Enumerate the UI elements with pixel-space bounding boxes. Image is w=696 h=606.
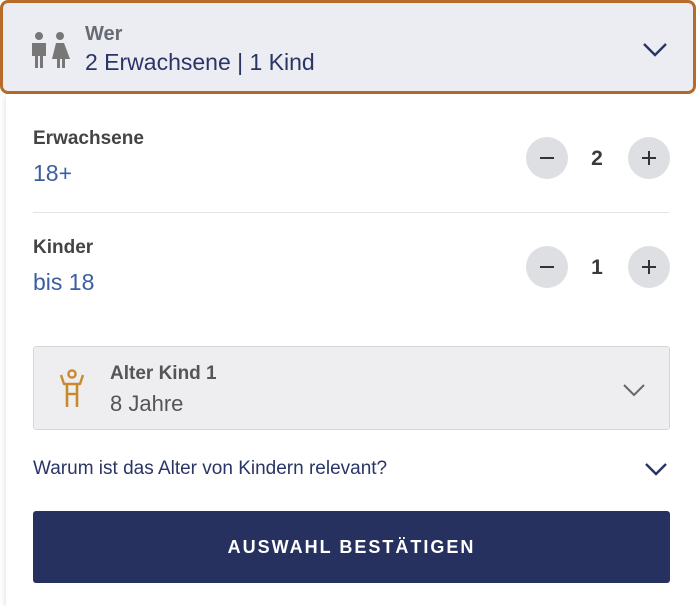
children-title: Kinder [33, 237, 94, 258]
children-decrease-button[interactable] [526, 246, 568, 288]
who-dropdown[interactable]: Wer 2 Erwachsene | 1 Kind [0, 0, 696, 94]
children-count: 1 [591, 256, 603, 279]
minus-icon [540, 157, 554, 159]
chevron-down-icon [645, 463, 667, 476]
adults-title: Erwachsene [33, 128, 144, 149]
chevron-down-icon [623, 384, 645, 397]
children-age-range: bis 18 [33, 269, 95, 295]
age-info-text: Warum ist das Alter von Kindern relevant… [33, 458, 388, 479]
adults-increase-button[interactable] [628, 137, 670, 179]
child-icon [59, 369, 85, 407]
who-label: Wer [85, 23, 123, 45]
plus-icon [642, 260, 656, 274]
guest-selector: Wer 2 Erwachsene | 1 Kind Erwachsene 18+… [0, 0, 696, 606]
who-value: 2 Erwachsene | 1 Kind [85, 49, 315, 75]
children-increase-button[interactable] [628, 246, 670, 288]
adults-decrease-button[interactable] [526, 137, 568, 179]
minus-icon [540, 266, 554, 268]
adults-age-range: 18+ [33, 160, 73, 186]
child-age-select[interactable]: Alter Kind 1 8 Jahre [33, 346, 670, 430]
two-persons-icon [32, 32, 70, 68]
chevron-down-icon [643, 43, 667, 57]
child-age-value: 8 Jahre [110, 391, 184, 416]
adults-count: 2 [591, 147, 603, 170]
guest-panel: Erwachsene 18+ 2 Kinder bis 18 1 Alter K… [6, 94, 696, 606]
plus-icon [642, 151, 656, 165]
confirm-button[interactable]: AUSWAHL BESTÄTIGEN [33, 511, 670, 583]
child-age-label: Alter Kind 1 [110, 363, 217, 384]
age-info-expander[interactable]: Warum ist das Alter von Kindern relevant… [33, 450, 669, 486]
divider [33, 212, 669, 213]
